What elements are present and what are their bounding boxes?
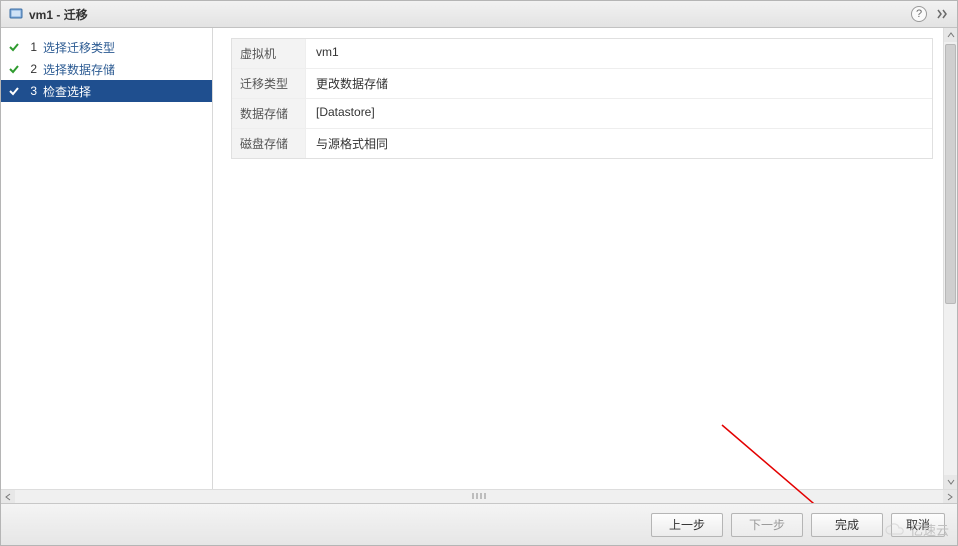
summary-row: 磁盘存储 与源格式相同 <box>232 129 932 158</box>
scroll-down-icon[interactable] <box>944 475 957 489</box>
summary-key: 迁移类型 <box>232 69 306 98</box>
step-label: 检查选择 <box>43 83 91 100</box>
steps-sidebar: 1 选择迁移类型 2 选择数据存储 3 检查选择 <box>1 28 213 489</box>
scroll-left-icon[interactable] <box>1 490 15 503</box>
summary-key: 磁盘存储 <box>232 129 306 158</box>
summary-value: vm1 <box>306 39 932 68</box>
summary-key: 虚拟机 <box>232 39 306 68</box>
summary-value: 与源格式相同 <box>306 129 932 158</box>
content-pane: 虚拟机 vm1 迁移类型 更改数据存储 数据存储 [Datastore] 磁盘存… <box>213 28 957 489</box>
summary-key: 数据存储 <box>232 99 306 128</box>
step-label: 选择数据存储 <box>43 61 115 78</box>
finish-button[interactable]: 完成 <box>811 513 883 537</box>
step-number: 1 <box>27 40 37 54</box>
scroll-track[interactable] <box>15 490 943 503</box>
footer: 上一步 下一步 完成 取消 亿速云 <box>1 503 957 545</box>
vertical-scrollbar[interactable] <box>943 28 957 489</box>
step-label: 选择迁移类型 <box>43 39 115 56</box>
back-button[interactable]: 上一步 <box>651 513 723 537</box>
vm-icon <box>9 7 23 21</box>
summary-row: 数据存储 [Datastore] <box>232 99 932 129</box>
summary-value: [Datastore] <box>306 99 932 128</box>
step-number: 3 <box>27 84 37 98</box>
summary-row: 虚拟机 vm1 <box>232 39 932 69</box>
wizard-body: 1 选择迁移类型 2 选择数据存储 3 检查选择 虚拟机 vm1 <box>1 28 957 489</box>
expand-icon[interactable] <box>935 7 949 21</box>
horizontal-scrollbar[interactable] <box>1 489 957 503</box>
next-button: 下一步 <box>731 513 803 537</box>
title-text: vm1 - 迁移 <box>29 6 911 23</box>
help-icon[interactable]: ? <box>911 6 927 22</box>
grip-icon <box>472 493 486 499</box>
scroll-track[interactable] <box>944 42 957 475</box>
step-number: 2 <box>27 62 37 76</box>
titlebar: vm1 - 迁移 ? <box>1 1 957 28</box>
title-vm: vm1 <box>29 8 53 22</box>
summary-value: 更改数据存储 <box>306 69 932 98</box>
step-datastore[interactable]: 2 选择数据存储 <box>1 58 212 80</box>
check-icon <box>7 84 21 98</box>
summary-row: 迁移类型 更改数据存储 <box>232 69 932 99</box>
titlebar-right: ? <box>911 6 949 22</box>
check-icon <box>7 62 21 76</box>
step-migration-type[interactable]: 1 选择迁移类型 <box>1 36 212 58</box>
scroll-up-icon[interactable] <box>944 28 957 42</box>
check-icon <box>7 40 21 54</box>
scroll-thumb[interactable] <box>945 44 956 304</box>
step-review[interactable]: 3 检查选择 <box>1 80 212 102</box>
migrate-wizard-window: vm1 - 迁移 ? 1 选择迁移类型 2 选择数据存储 3 检查 <box>0 0 958 546</box>
summary-table: 虚拟机 vm1 迁移类型 更改数据存储 数据存储 [Datastore] 磁盘存… <box>231 38 933 159</box>
scroll-right-icon[interactable] <box>943 490 957 503</box>
cancel-button[interactable]: 取消 <box>891 513 945 537</box>
